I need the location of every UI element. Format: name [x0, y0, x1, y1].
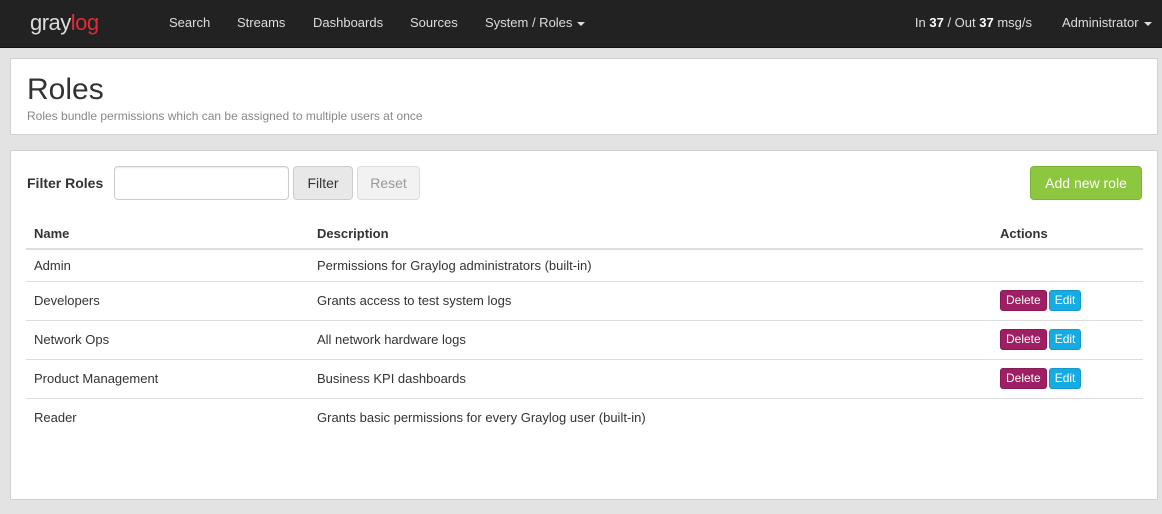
table-row: Reader Grants basic permissions for ever…: [26, 397, 1143, 437]
role-name: Admin: [34, 257, 71, 273]
table-row: Admin Permissions for Graylog administra…: [26, 249, 1143, 281]
role-actions: [992, 249, 1143, 281]
column-header-description: Description: [309, 219, 992, 250]
filter-roles-label: Filter Roles: [27, 175, 104, 191]
throughput-out-prefix: / Out: [943, 15, 980, 30]
throughput-indicator: In 37 / Out 37 msg/s: [915, 0, 1032, 46]
role-description: All network hardware logs: [309, 319, 992, 359]
user-menu-dropdown[interactable]: Administrator: [1062, 0, 1152, 46]
graylog-logo[interactable]: graylog: [30, 9, 99, 37]
roles-table: Name Description Actions Admin Permissio…: [26, 219, 1143, 437]
nav-search[interactable]: Search: [169, 0, 210, 46]
column-header-name: Name: [26, 219, 309, 250]
nav-sources[interactable]: Sources: [410, 0, 458, 46]
throughput-in-value: 37: [929, 15, 944, 30]
role-description: Business KPI dashboards: [309, 358, 992, 398]
chevron-down-icon: [577, 21, 586, 26]
delete-button[interactable]: Delete: [1000, 290, 1047, 311]
column-header-actions: Actions: [992, 219, 1143, 250]
role-name: Reader: [26, 397, 309, 437]
nav-streams[interactable]: Streams: [237, 0, 285, 46]
role-actions: [992, 397, 1143, 437]
throughput-in-prefix: In: [914, 15, 930, 30]
throughput-out-value: 37: [979, 15, 994, 30]
role-name: Product Management: [26, 358, 309, 398]
table-header-row: Name Description Actions: [26, 219, 1143, 250]
role-description: Grants access to test system logs: [309, 280, 992, 320]
nav-dashboards[interactable]: Dashboards: [313, 0, 383, 46]
role-description: Grants basic permissions for every Grayl…: [309, 397, 992, 437]
add-new-role-button[interactable]: Add new role: [1030, 166, 1142, 200]
page-description: Roles bundle permissions which can be as…: [27, 109, 423, 123]
page-title: Roles: [27, 73, 104, 106]
nav-system-dropdown[interactable]: System / Roles: [485, 0, 586, 46]
role-name: Network Ops: [26, 319, 309, 359]
logo-text-gray: gray: [30, 10, 71, 35]
filter-roles-input[interactable]: [114, 166, 289, 200]
page-header: Roles Roles bundle permissions which can…: [10, 58, 1158, 135]
table-row: Developers Grants access to test system …: [26, 280, 1143, 320]
chevron-down-icon: [1143, 21, 1152, 26]
reset-button[interactable]: Reset: [357, 166, 420, 200]
user-menu-label: Administrator: [1062, 15, 1139, 30]
edit-button[interactable]: Edit: [1048, 329, 1082, 350]
nav-system-label: System / Roles: [485, 15, 573, 30]
edit-button[interactable]: Edit: [1048, 290, 1082, 311]
table-row: Network Ops All network hardware logs De…: [26, 319, 1143, 359]
role-actions: Delete Edit: [992, 358, 1143, 398]
roles-panel: Filter Roles Filter Reset Add new role N…: [10, 150, 1158, 500]
role-name: Developers: [26, 280, 309, 320]
delete-button[interactable]: Delete: [1000, 329, 1047, 350]
filter-button[interactable]: Filter: [293, 166, 353, 200]
delete-button[interactable]: Delete: [1000, 368, 1047, 389]
throughput-suffix: msg/s: [993, 15, 1032, 30]
logo-text-red: log: [70, 10, 99, 35]
role-actions: Delete Edit: [992, 319, 1143, 359]
edit-button[interactable]: Edit: [1048, 368, 1082, 389]
role-actions: Delete Edit: [992, 280, 1143, 320]
role-description: Permissions for Graylog administrators (…: [317, 257, 592, 273]
top-navbar: graylog Search Streams Dashboards Source…: [0, 0, 1162, 48]
table-row: Product Management Business KPI dashboar…: [26, 358, 1143, 398]
